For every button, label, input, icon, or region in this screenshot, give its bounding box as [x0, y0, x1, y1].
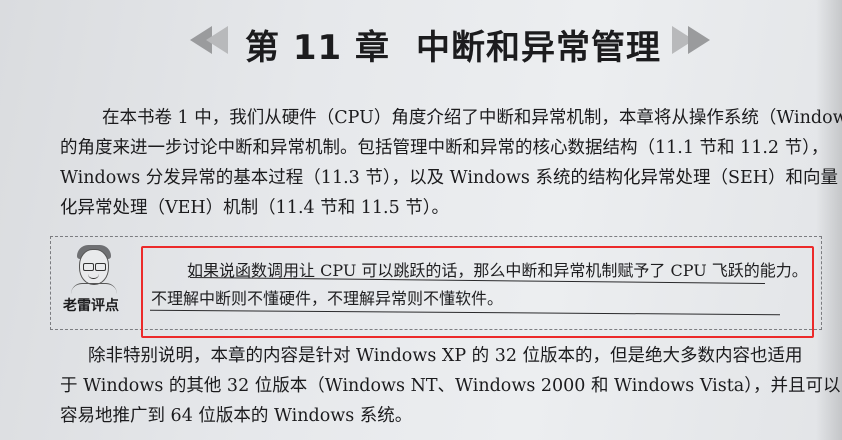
intro-paragraph: 在本书卷 1 中，我们从硬件（CPU）角度介绍了中断和异常机制，本章将从操作系统…: [60, 103, 842, 223]
book-page: 第 11 章中断和异常管理 在本书卷 1 中，我们从硬件（CPU）角度介绍了中断…: [0, 0, 842, 440]
chapter-name: 中断和异常管理: [416, 28, 661, 68]
author-portrait-icon: [71, 245, 117, 293]
paragraph-line: 除非特别说明，本章的内容是针对 Windows XP 的 32 位版本的，但是绝…: [88, 346, 803, 366]
comment-label: 老雷评点: [63, 298, 119, 314]
paragraph-line: 于 Windows 的其他 32 位版本（Windows NT、Windows …: [60, 376, 842, 396]
red-highlight-box: [141, 246, 814, 338]
left-chevron-icon: [206, 26, 228, 54]
paragraph-line: 容易地推广到 64 位版本的 Windows 系统。: [60, 406, 413, 426]
chapter-title: 第 11 章中断和异常管理: [245, 20, 661, 69]
paragraph-line: 在本书卷 1 中，我们从硬件（CPU）角度介绍了中断和异常机制，本章将从操作系统…: [102, 108, 842, 128]
paragraph-line: 化异常处理（VEH）机制（11.4 节和 11.5 节）。: [60, 198, 450, 218]
chapter-number: 第 11 章: [245, 28, 390, 68]
chapter-header: 第 11 章中断和异常管理: [190, 14, 710, 70]
paragraph-line: 的角度来进一步讨论中断和异常机制。包括管理中断和异常的核心数据结构（11.1 节…: [60, 138, 829, 158]
scope-paragraph: 除非特别说明，本章的内容是针对 Windows XP 的 32 位版本的，但是绝…: [60, 341, 842, 431]
right-chevron-icon: [688, 26, 710, 54]
paragraph-line: Windows 分发异常的基本过程（11.3 节），以及 Windows 系统的…: [60, 168, 838, 188]
